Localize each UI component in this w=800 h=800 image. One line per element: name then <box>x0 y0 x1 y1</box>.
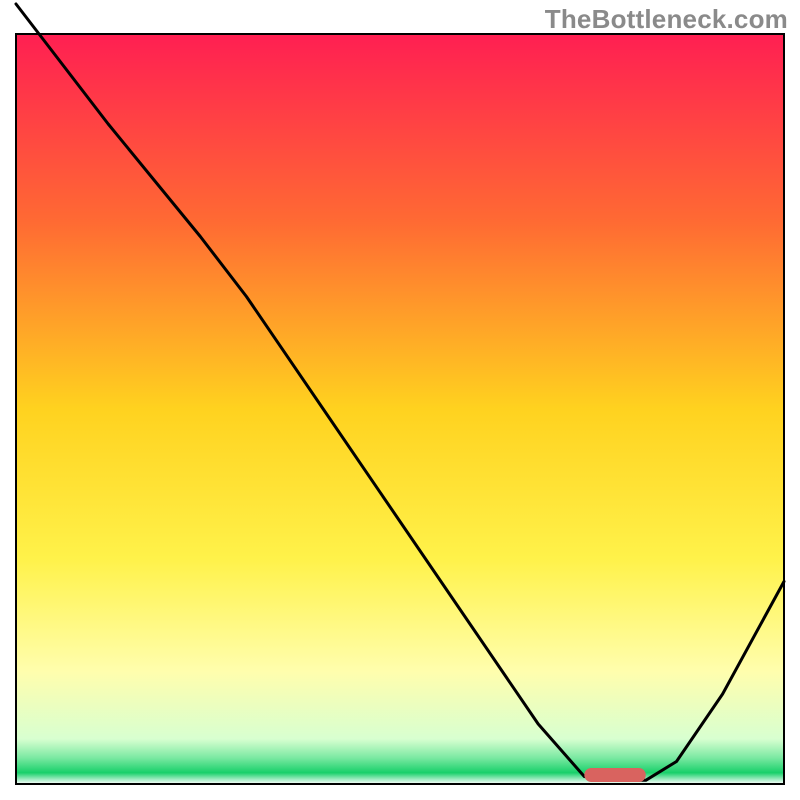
bottleneck-chart: TheBottleneck.com <box>0 0 800 800</box>
gradient-background <box>16 34 784 784</box>
watermark-text: TheBottleneck.com <box>545 4 788 35</box>
optimal-range-marker <box>584 768 645 782</box>
chart-svg <box>0 0 800 800</box>
